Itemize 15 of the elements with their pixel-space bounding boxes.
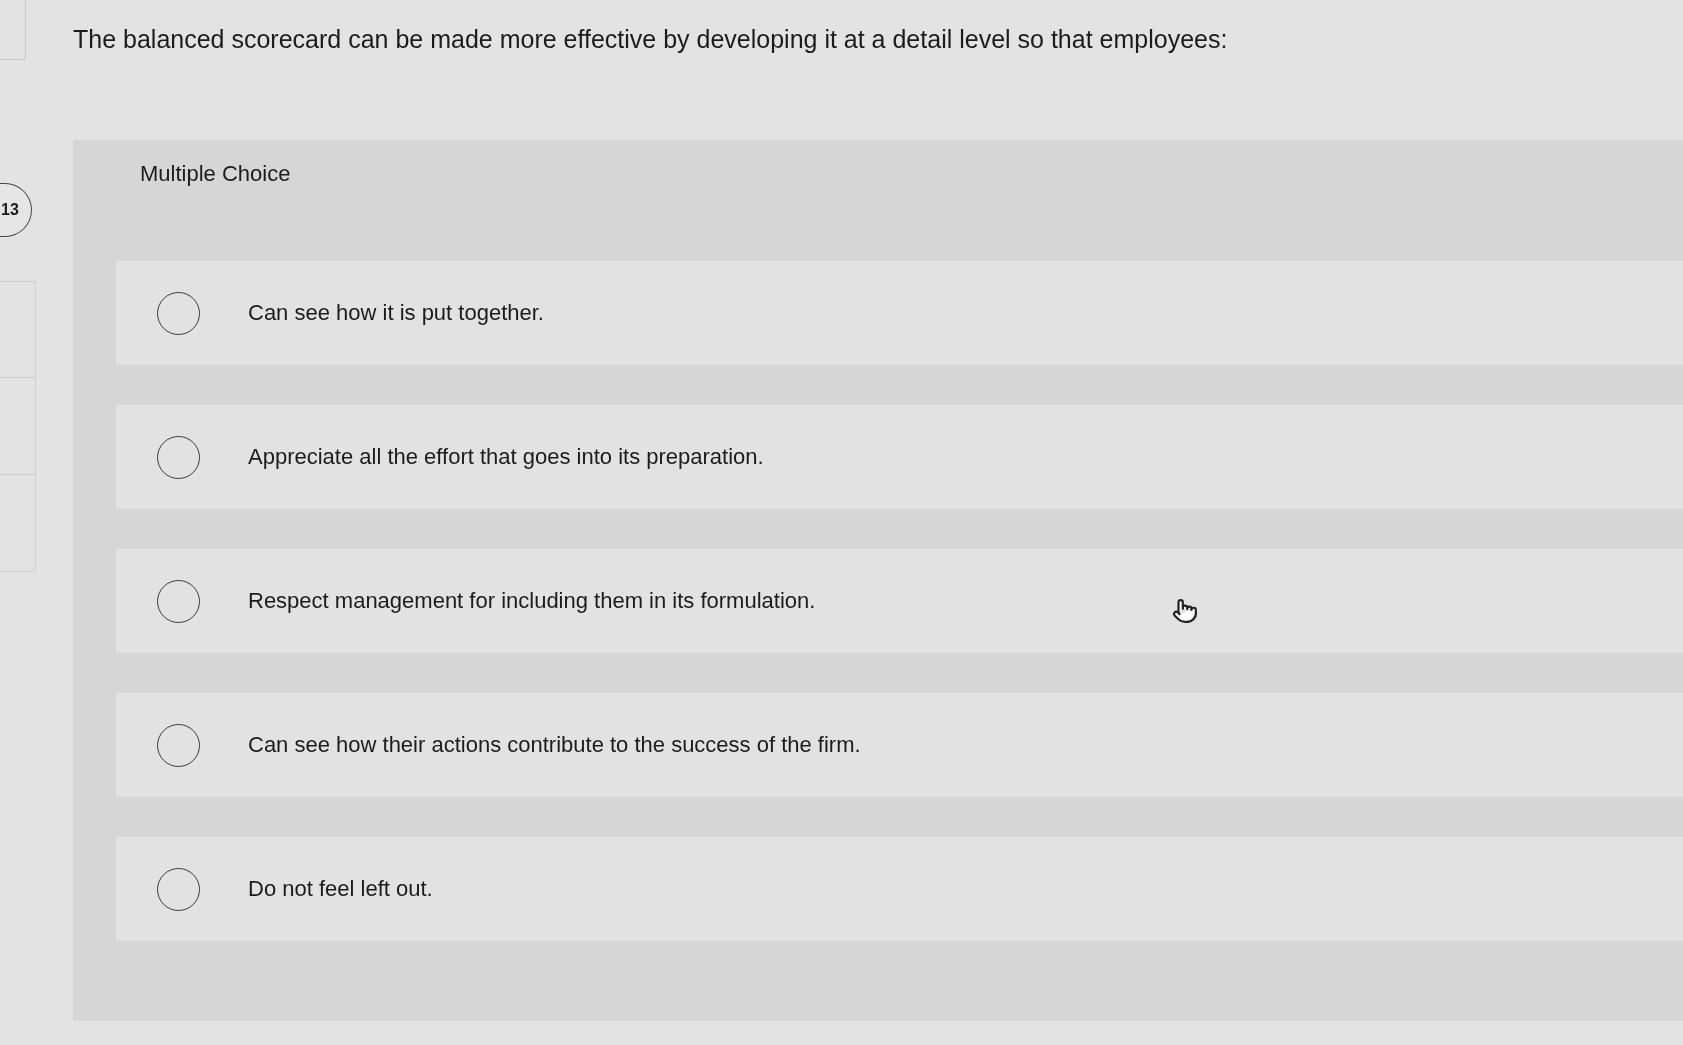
- hand-cursor-icon: [1172, 598, 1198, 624]
- option-label: Can see how their actions contribute to the success of the firm.: [248, 732, 861, 758]
- answer-option[interactable]: Do not feel left out.: [116, 837, 1683, 941]
- option-label: Respect management for including them in its formulation.: [248, 588, 816, 614]
- option-label: Appreciate all the effort that goes into its preparation.: [248, 444, 764, 470]
- question-number-badge: 13: [0, 183, 32, 237]
- option-label: Do not feel left out.: [248, 876, 433, 902]
- option-label: Can see how it is put together.: [248, 300, 544, 326]
- question-text: The balanced scorecard can be made more effective by developing it at a detail level so that employees:: [73, 24, 1228, 54]
- question-type-label: Multiple Choice: [140, 161, 291, 187]
- answer-option[interactable]: Appreciate all the effort that goes into its preparation.: [116, 405, 1683, 509]
- answer-option[interactable]: Can see how it is put together.: [116, 261, 1683, 365]
- answer-option[interactable]: Respect management for including them in its formulation.: [116, 549, 1683, 653]
- answer-option[interactable]: Can see how their actions contribute to the success of the firm.: [116, 693, 1683, 797]
- sidebar-frame: [0, 0, 26, 60]
